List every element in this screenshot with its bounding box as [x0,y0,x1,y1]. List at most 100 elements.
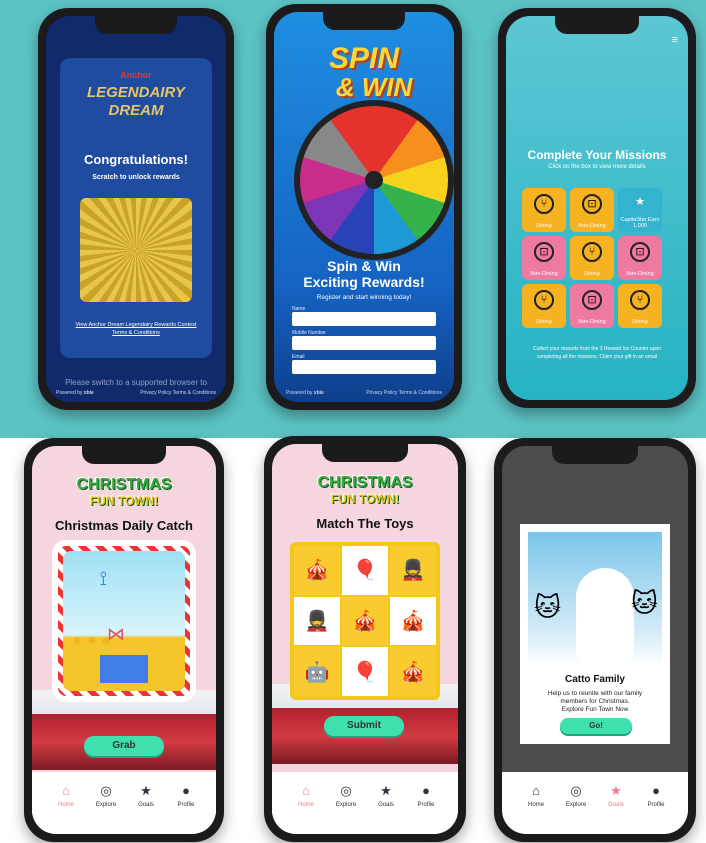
mission-tile-label: Non-Dining [578,223,606,229]
toy-cell[interactable]: 🎪 [342,596,388,646]
explore-icon: ◎ [570,783,582,798]
nav-explore[interactable]: ◎ Explore [326,784,366,809]
toy-cell[interactable]: 🤖 [294,647,340,696]
nav-home[interactable]: ⌂ Home [46,783,86,809]
mission-tile[interactable]: ⑂ Dining [570,236,614,280]
mobile-input[interactable] [292,336,436,350]
cart-icon: ⊡ [582,194,602,214]
mission-tile[interactable]: ⑂ Dining [618,284,662,328]
terms-link[interactable]: Terms & Conditions [60,330,212,336]
go-button[interactable]: Go! [560,718,632,734]
footer-powered: Powered by xbie [286,390,324,396]
scratch-area[interactable] [80,198,192,302]
toy-cell[interactable]: 💂 [390,546,436,595]
catto-body-1: Help us to reunite with our family [547,690,643,697]
logo-line1: LEGENDAIRY [86,84,186,101]
nav-label: Profile [417,802,435,808]
carousel-icon: 🎪 [304,559,330,582]
toy-cell[interactable]: 🎈 [342,546,388,595]
prize-wheel[interactable] [294,100,454,260]
nav-home[interactable]: ⌂ Home [516,784,556,809]
scratch-subheading: Scratch to unlock rewards [92,174,180,181]
toy-grid: 🎪 🎈 💂 💂 🎪 🎪 🤖 🎈 🎪 [290,542,440,700]
mission-tile[interactable]: ⊡ Non-Dining [522,236,566,280]
mission-tile[interactable]: ⊡ Non-Dining [570,284,614,328]
nutcracker-icon: 💂 [400,559,426,582]
star-icon: ★ [610,783,622,798]
fork-knife-icon: ⑂ [534,194,554,214]
phone-match: CHRISTMAS FUN TOWN! Match The Toys 🎪 🎈 💂 💂 🎪… [264,436,466,842]
grab-button[interactable]: Grab [84,736,164,756]
nav-home[interactable]: ⌂ Home [286,784,326,809]
balloon-icon: 🎈 [352,661,378,684]
profile-icon: ● [652,783,660,798]
nav-label: Home [57,802,74,808]
phone-daily-catch: CHRISTMAS FUN TOWN! Christmas Daily Catc… [24,438,224,842]
mission-tile-label: Non-Dining [626,271,654,277]
carousel-icon: 🎪 [400,661,426,684]
catto-heading: Catto Family [564,674,625,685]
missions-footer-2: completing all the missions. Claim your … [536,354,658,360]
spin-title-line2: & WIN [335,72,413,102]
nav-goals[interactable]: ★ Goals [126,784,166,809]
name-input[interactable] [292,312,436,326]
nav-label: Goals [138,802,154,808]
claw-icon: ⟟ [99,567,108,590]
mission-tile[interactable]: ★ CapitaStar Earn 1,000 [618,188,662,232]
catch-heading: Christmas Daily Catch [55,518,193,533]
profile-icon: ● [182,783,190,798]
village-scene [32,690,216,770]
nav-profile[interactable]: ● Profile [636,783,676,809]
mission-tile-label: Dining [584,271,600,277]
robot-icon: 🤖 [304,661,330,684]
footer-links[interactable]: Privacy Policy Terms & Conditions [366,390,442,396]
email-input[interactable] [292,360,436,374]
nav-goals[interactable]: ★ Goals [366,784,406,809]
cart-icon: ⊡ [582,290,602,310]
mission-tile[interactable]: ⑂ Dining [522,188,566,232]
nav-explore[interactable]: ◎ Explore [556,783,596,809]
spin-heading-line1: Spin & Win [327,258,401,274]
contest-link[interactable]: View Anchor Dream Legendairy Rewards Con… [60,322,212,328]
mission-tile[interactable]: ⊡ Non-Dining [618,236,662,280]
nav-profile[interactable]: ● Profile [406,783,446,809]
mission-tile-label: Dining [536,223,552,229]
footer-powered: Powered by xbie [56,390,94,396]
nutcracker-icon: 💂 [304,610,330,633]
xmas-logo-line2: FUN TOWN! [330,492,400,506]
catto-body-3: Explore Fun Town Now [561,706,629,713]
spin-subheading: Register and start winning today! [316,294,412,301]
star-icon: ★ [635,196,645,208]
nav-profile[interactable]: ● Profile [166,783,206,809]
xmas-logo-line1: CHRISTMAS [76,476,172,493]
missions-footer-1: Collect your rewards from the 3 Reward I… [533,346,661,352]
home-icon: ⌂ [62,783,70,798]
mission-tile[interactable]: ⑂ Dining [522,284,566,328]
mission-tile-label: Non-Dining [578,319,606,325]
gift-box-icon [99,654,149,683]
wheel-hub[interactable] [365,171,383,189]
cart-icon: ⊡ [630,242,650,262]
xmas-logo-line1: CHRISTMAS [317,474,413,491]
toy-cell[interactable]: 🎪 [390,647,436,696]
mission-tile[interactable]: ⊡ Non-Dining [570,188,614,232]
toy-cell[interactable]: 🎪 [294,546,340,595]
bottom-nav: ⌂ Home ◎ Explore ★ Goals ● Profile [502,772,688,834]
bow-icon: ⋈ [106,623,125,644]
catto-body-2: members for Christmas. [560,698,630,705]
nav-goals[interactable]: ★ Goals [596,783,636,809]
profile-icon: ● [422,783,430,798]
logo-line2: DREAM [108,102,164,119]
phone-spin: SPIN & WIN Spin & Win Exciting Rewards! … [266,4,462,410]
spin-heading-line2: Exciting Rewards! [303,274,425,290]
toy-cell[interactable]: 💂 [294,596,340,646]
spin-title-line1: SPIN [328,42,400,75]
carousel-icon: 🎪 [400,610,426,633]
phone-missions: ≡ Complete Your Missions Click on the bo… [498,8,696,408]
footer-links[interactable]: Privacy Policy Terms & Conditions [140,390,216,396]
submit-button[interactable]: Submit [324,716,404,736]
nav-explore[interactable]: ◎ Explore [86,784,126,809]
hamburger-icon[interactable]: ≡ [672,34,678,46]
toy-cell[interactable]: 🎈 [342,647,388,696]
toy-cell[interactable]: 🎪 [390,596,436,646]
